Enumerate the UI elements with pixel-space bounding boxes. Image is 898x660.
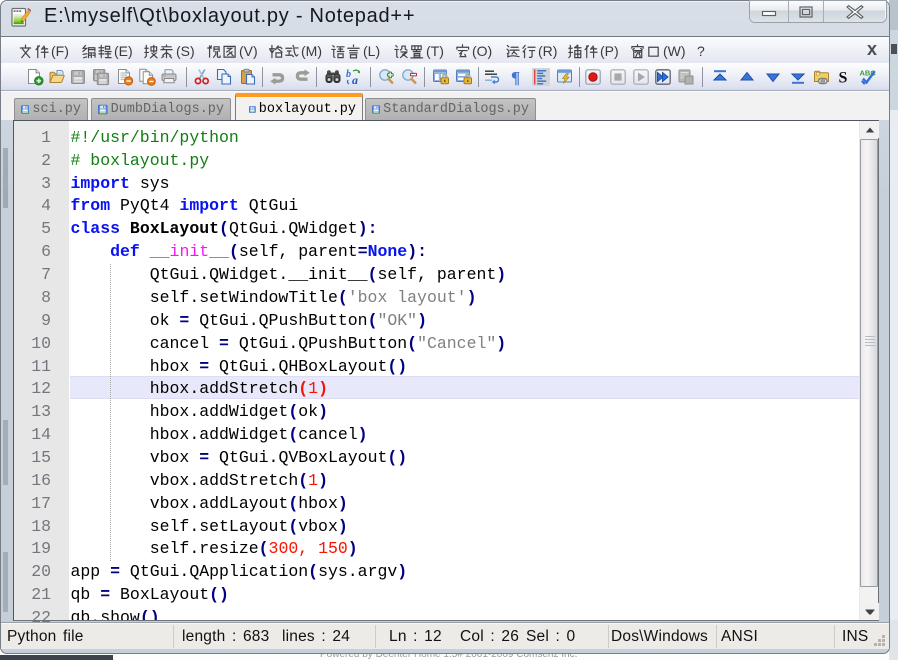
svg-text:b: b bbox=[346, 69, 351, 80]
svg-text:¶: ¶ bbox=[511, 68, 520, 86]
svg-text:a: a bbox=[352, 73, 358, 86]
svg-text:S: S bbox=[839, 70, 848, 87]
